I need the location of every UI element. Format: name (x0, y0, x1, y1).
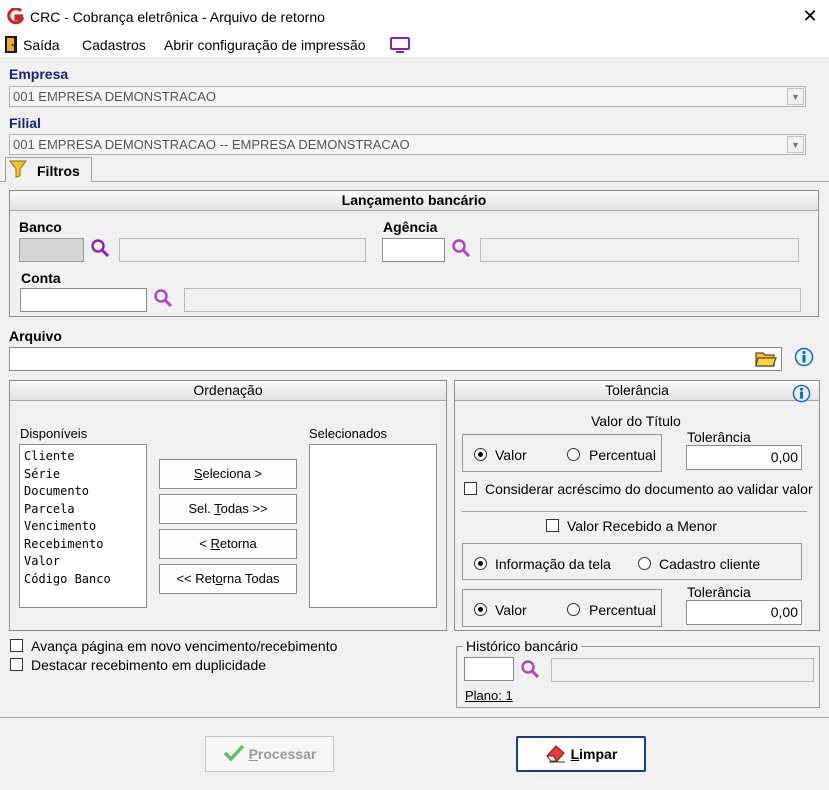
exit-door-icon (5, 36, 17, 53)
agencia-description-field (480, 238, 799, 262)
historico-code-input[interactable] (464, 657, 514, 681)
chevron-down-icon[interactable]: ▼ (787, 88, 804, 105)
tab-filtros-label: Filtros (37, 163, 80, 179)
menu-item-abrir-configuracao-impressao[interactable]: Abrir configuração de impressão (164, 37, 366, 53)
list-item[interactable]: Cliente (20, 449, 146, 467)
info-icon[interactable] (794, 347, 814, 367)
disponiveis-label: Disponíveis (20, 426, 88, 441)
close-button[interactable]: ✕ (798, 5, 822, 27)
lancamento-bancario-title: Lançamento bancário (10, 191, 818, 211)
list-item[interactable]: Recebimento (20, 537, 146, 555)
plano-link[interactable]: Plano: 1 (465, 688, 513, 703)
monitor-icon[interactable] (389, 36, 411, 54)
tolerancia-title: Tolerância (455, 381, 819, 401)
list-item[interactable]: Série (20, 467, 146, 485)
seleciona-button[interactable]: Seleciona > (159, 459, 297, 489)
tolerancia-label-2: Tolerância (687, 584, 751, 600)
processar-button[interactable]: Processar (205, 736, 334, 772)
radio-percentual-label: Percentual (589, 447, 656, 463)
conta-code-input[interactable] (20, 288, 147, 312)
conta-label: Conta (21, 270, 61, 286)
radio-valor-label: Valor (495, 447, 527, 463)
agencia-label: Agência (383, 219, 438, 235)
radio-valor-2-label: Valor (495, 602, 527, 618)
agencia-code-input[interactable] (382, 238, 445, 262)
list-item[interactable]: Documento (20, 484, 146, 502)
filter-icon (9, 160, 27, 178)
retorna-button[interactable]: < Retorna (159, 529, 297, 559)
selecionados-listbox[interactable] (309, 444, 437, 608)
list-item[interactable]: Valor (20, 554, 146, 572)
radio-valor-2[interactable] (474, 603, 487, 616)
radio-cadastro-cliente-label: Cadastro cliente (659, 556, 761, 572)
retorna-todas-button[interactable]: << Retorna Todas (159, 564, 297, 594)
menu-item-cadastros[interactable]: Cadastros (82, 37, 146, 53)
radio-informacao-tela-label: Informação da tela (495, 556, 611, 572)
menu-item-saida[interactable]: Saída (23, 37, 60, 53)
filial-combobox[interactable]: 001 EMPRESA DEMONSTRACAO -- EMPRESA DEMO… (9, 134, 806, 155)
empresa-label: Empresa (9, 66, 69, 82)
search-icon[interactable] (90, 238, 110, 258)
valor-titulo-label: Valor do Título (591, 413, 681, 429)
selecionados-label: Selecionados (309, 426, 388, 441)
open-folder-icon[interactable] (755, 349, 777, 368)
filial-label: Filial (9, 115, 41, 131)
banco-description-field (119, 238, 366, 262)
banco-label: Banco (19, 219, 62, 235)
limpar-button[interactable]: Limpar (516, 736, 646, 772)
info-icon[interactable] (792, 384, 811, 403)
historico-description-field (551, 658, 814, 682)
tolerancia-value-input-2[interactable]: 0,00 (686, 600, 802, 625)
conta-description-field (184, 288, 801, 312)
destacar-duplicidade-label: Destacar recebimento em duplicidade (31, 657, 267, 673)
checkmark-icon (223, 744, 244, 762)
empresa-value: 001 EMPRESA DEMONSTRACAO (13, 89, 216, 104)
filial-value: 001 EMPRESA DEMONSTRACAO -- EMPRESA DEMO… (13, 137, 410, 152)
radio-informacao-tela[interactable] (474, 557, 487, 570)
radio-cadastro-cliente[interactable] (638, 557, 651, 570)
avanca-pagina-label: Avança página em novo vencimento/recebim… (31, 638, 338, 654)
search-icon[interactable] (451, 238, 471, 258)
sel-todas-button[interactable]: Sel. Todas >> (159, 494, 297, 524)
search-icon[interactable] (153, 288, 173, 308)
radio-percentual-2-label: Percentual (589, 602, 656, 618)
list-item[interactable]: Parcela (20, 502, 146, 520)
tolerancia-label: Tolerância (687, 429, 751, 445)
radio-percentual-2[interactable] (567, 603, 580, 616)
avanca-pagina-checkbox[interactable] (10, 639, 23, 652)
list-item[interactable]: Vencimento (20, 519, 146, 537)
banco-code-input[interactable] (19, 238, 84, 262)
historico-bancario-title: Histórico bancário (463, 638, 582, 654)
destacar-duplicidade-checkbox[interactable] (10, 658, 23, 671)
radio-valor[interactable] (474, 448, 487, 461)
disponiveis-listbox[interactable]: Cliente Série Documento Parcela Vencimen… (19, 444, 147, 608)
list-item[interactable]: Código Banco (20, 572, 146, 590)
arquivo-label: Arquivo (9, 328, 62, 344)
eraser-icon (545, 745, 565, 763)
tab-filtros[interactable]: Filtros (5, 157, 92, 182)
divider (462, 511, 807, 512)
considerar-acrescimo-label: Considerar acréscimo do documento ao val… (485, 481, 813, 497)
empresa-combobox[interactable]: 001 EMPRESA DEMONSTRACAO ▼ (9, 86, 806, 107)
chevron-down-icon[interactable]: ▼ (787, 136, 804, 153)
radio-percentual[interactable] (567, 448, 580, 461)
window-title: CRC - Cobrança eletrônica - Arquivo de r… (30, 9, 325, 25)
tolerancia-value-input[interactable]: 0,00 (686, 445, 802, 470)
app-logo-icon (7, 8, 24, 25)
considerar-acrescimo-checkbox[interactable] (464, 482, 477, 495)
valor-recebido-menor-checkbox[interactable] (546, 519, 559, 532)
ordenacao-title: Ordenação (10, 381, 446, 401)
valor-recebido-menor-label: Valor Recebido a Menor (567, 518, 717, 534)
arquivo-path-input[interactable] (9, 347, 782, 371)
search-icon[interactable] (520, 659, 540, 679)
